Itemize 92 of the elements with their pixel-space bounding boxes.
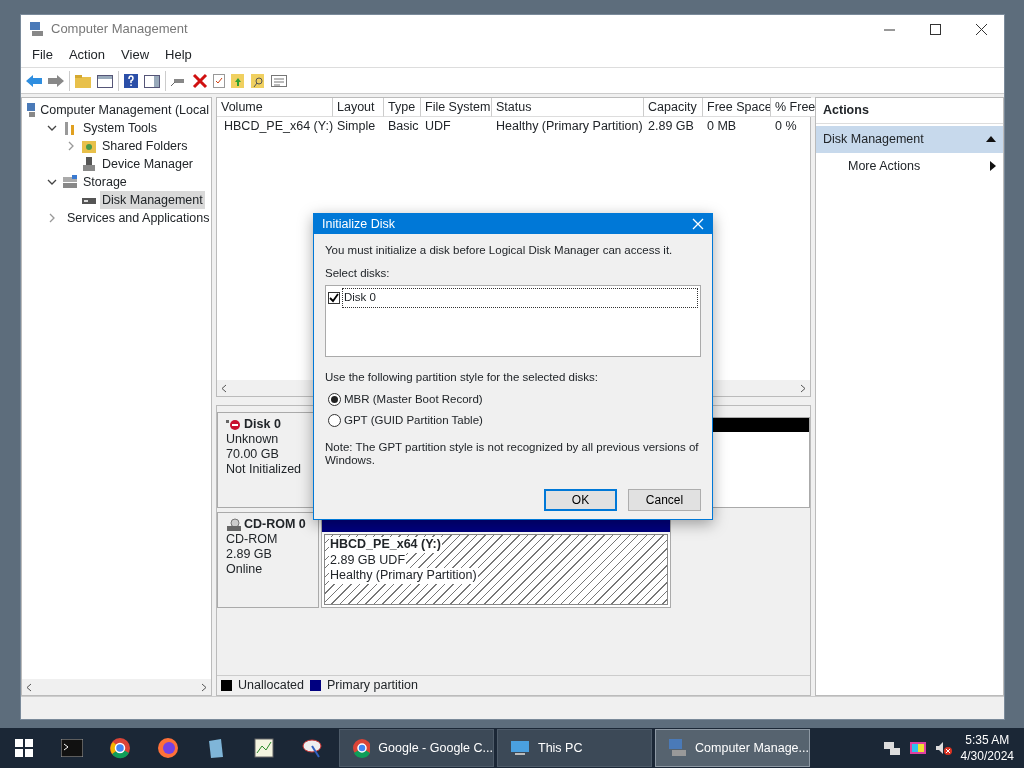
partition-block[interactable]: HBCD_PE_x64 (Y:) 2.89 GB UDF Healthy (Primary Partition) — [321, 517, 671, 608]
legend-label: Primary partition — [327, 677, 418, 695]
horizontal-scrollbar[interactable] — [22, 679, 211, 695]
column-header[interactable]: Status — [492, 98, 644, 117]
forward-arrow-icon[interactable] — [47, 72, 65, 89]
tree-item[interactable]: Disk Management — [100, 190, 205, 210]
option-label[interactable]: MBR (Master Boot Record) — [344, 390, 483, 408]
column-header[interactable]: Capacity — [644, 98, 703, 117]
menu-item[interactable]: View — [114, 43, 157, 67]
message-text: You must initialize a disk before Logical Disk Manager can access it. — [325, 242, 674, 258]
tree-item[interactable]: Storage — [81, 172, 129, 192]
computer-icon — [26, 102, 36, 118]
tree-item[interactable]: Shared Folders — [100, 136, 190, 156]
taskbar-button[interactable]: Google - Google C... — [339, 729, 494, 767]
disk-name[interactable]: Disk 0 — [244, 417, 281, 432]
taskbar-button[interactable]: This PC — [497, 729, 652, 767]
submenu-arrow-icon — [990, 160, 996, 171]
menu-item[interactable]: Action — [61, 43, 113, 67]
scroll-left-icon[interactable] — [25, 682, 33, 692]
checkbox[interactable] — [328, 291, 340, 304]
dialog-title: Initialize Disk — [322, 215, 395, 233]
pane-title: Actions — [816, 98, 1003, 124]
close-button[interactable] — [975, 23, 987, 35]
browser-icon — [352, 738, 371, 758]
tree-item[interactable]: Services and Applications — [65, 208, 211, 228]
tree-item[interactable]: System Tools — [81, 118, 160, 138]
delete-icon[interactable] — [192, 72, 208, 89]
disk-info: 70.00 GB — [226, 447, 280, 462]
disk-info: CD-ROM — [226, 532, 279, 547]
table-cell-text: 2.89 GB — [647, 118, 695, 135]
disk-info: 2.89 GB — [226, 547, 273, 562]
monitor-icon — [510, 738, 530, 758]
speaker-muted-icon[interactable] — [934, 740, 953, 756]
table-cell-text: Healthy (Primary Partition) — [495, 118, 644, 135]
disk-info: Not Initialized — [226, 462, 303, 477]
scroll-right-icon[interactable] — [799, 383, 807, 393]
partition-name: HBCD_PE_x64 (Y:) — [329, 537, 442, 553]
scroll-left-icon[interactable] — [220, 383, 228, 393]
window-title: Computer Management — [51, 20, 188, 39]
table-cell-text: UDF — [424, 118, 452, 135]
back-arrow-icon[interactable] — [25, 72, 43, 89]
disk-error-icon — [226, 417, 242, 432]
start-button[interactable] — [15, 739, 33, 757]
help-icon[interactable] — [123, 72, 139, 89]
tree-item[interactable]: Computer Management (Local — [38, 100, 211, 120]
computer-icon — [29, 21, 45, 37]
column-header[interactable]: Type — [384, 98, 421, 117]
panel-icon[interactable] — [143, 72, 161, 89]
cd-drive-icon — [226, 517, 242, 532]
column-header[interactable]: File System — [421, 98, 492, 117]
action-item[interactable]: More Actions — [848, 156, 921, 176]
dialog-button[interactable]: OK — [544, 489, 617, 511]
table-cell-text: Basic — [387, 118, 420, 135]
column-header[interactable]: Volume — [217, 98, 333, 117]
taskbar-button[interactable]: Computer Manage... — [655, 729, 810, 767]
list-item[interactable]: Disk 0 — [342, 288, 698, 308]
radio-button[interactable] — [328, 413, 341, 427]
storage-icon — [62, 174, 78, 190]
panel-icon[interactable] — [96, 72, 114, 89]
menu-item[interactable]: Help — [158, 43, 199, 67]
clock-date[interactable]: 4/30/2024 — [960, 748, 1014, 764]
clock-time[interactable]: 5:35 AM — [960, 732, 1014, 748]
field-label: Select disks: — [325, 266, 391, 281]
menu-item[interactable]: File — [25, 43, 60, 67]
field-label: Use the following partition style for the selected disks: — [325, 370, 599, 386]
table-cell-text: 0 MB — [706, 118, 738, 135]
radio-button[interactable] — [328, 392, 341, 406]
column-header[interactable]: % Free — [771, 98, 816, 117]
document-check-icon[interactable] — [212, 72, 226, 89]
disk-name[interactable]: CD-ROM 0 — [244, 517, 306, 532]
collapse-triangle-icon[interactable] — [986, 136, 996, 143]
device-icon — [81, 156, 97, 172]
disk-info: Online — [226, 562, 264, 577]
volume-name[interactable]: HBCD_PE_x64 (Y:) — [224, 117, 333, 135]
column-header[interactable]: Layout — [333, 98, 384, 117]
display-icon[interactable] — [908, 740, 927, 756]
legend-label: Unallocated — [238, 677, 304, 695]
list-icon[interactable] — [270, 72, 288, 89]
tree-item[interactable]: Device Manager — [100, 154, 195, 174]
option-label[interactable]: GPT (GUID Partition Table) — [344, 411, 483, 429]
network-icon[interactable] — [882, 740, 901, 756]
table-cell-text: Simple — [336, 118, 377, 135]
table-cell-text: 0 % — [774, 118, 798, 135]
note-text: Note: The GPT partition style is not recognized by all previous versions of Windows. — [325, 441, 700, 467]
folder-search-icon[interactable] — [250, 72, 266, 89]
scroll-right-icon[interactable] — [200, 682, 208, 692]
dialog-button[interactable]: Cancel — [628, 489, 701, 511]
maximize-button[interactable] — [929, 23, 941, 35]
computer-icon — [668, 738, 688, 758]
partition-info: Healthy (Primary Partition) — [329, 568, 478, 584]
disk-info: Unknown — [226, 432, 280, 447]
shared-folder-icon — [81, 138, 97, 154]
